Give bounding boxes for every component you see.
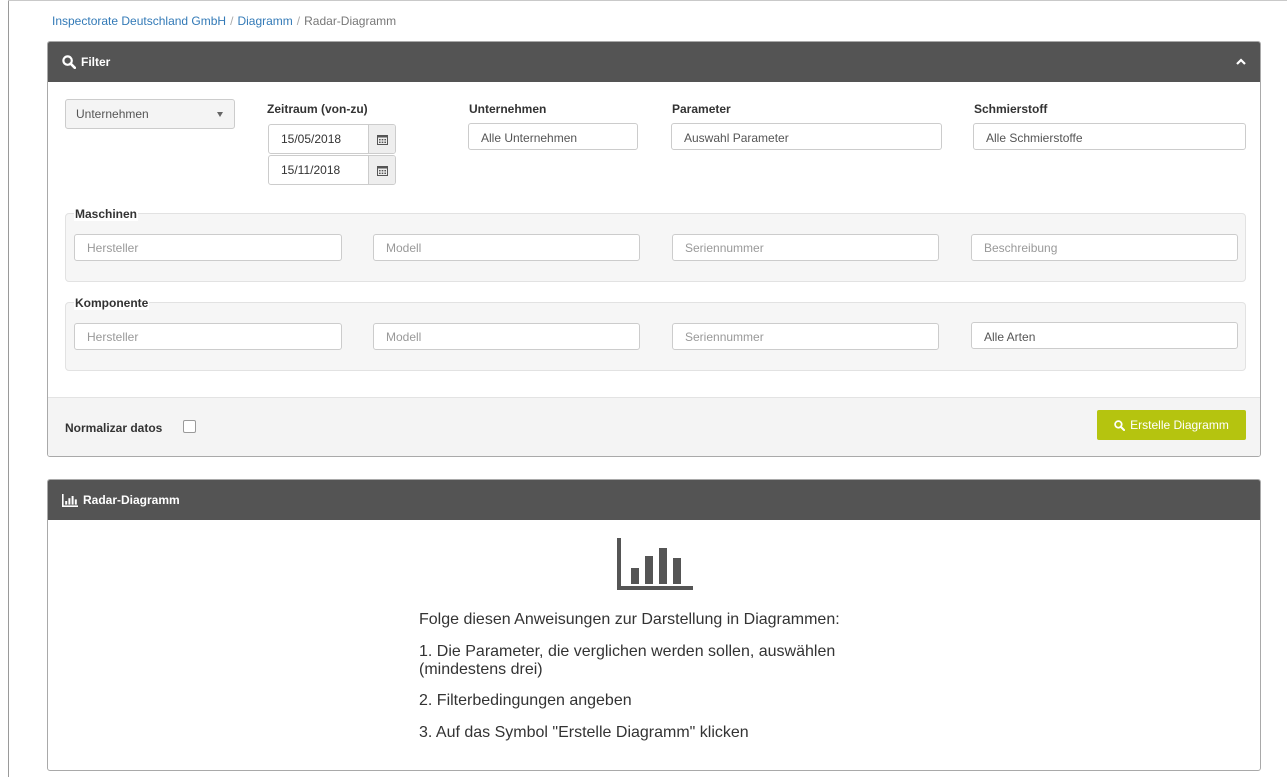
component-model-input[interactable]: Modell: [373, 323, 640, 350]
breadcrumb-link-company[interactable]: Inspectorate Deutschland GmbH: [52, 14, 226, 28]
machine-serial-input[interactable]: Seriennummer: [672, 234, 939, 261]
component-manufacturer-input[interactable]: Hersteller: [74, 323, 342, 350]
breadcrumb-separator: /: [296, 14, 301, 28]
create-diagram-button[interactable]: Erstelle Diagramm: [1097, 410, 1246, 440]
parameter-field[interactable]: Auswahl Parameter: [671, 123, 942, 150]
scope-select[interactable]: Unternehmen: [65, 99, 235, 129]
component-serial-input[interactable]: Seriennummer: [672, 323, 939, 350]
breadcrumb-link-diagramm[interactable]: Diagramm: [237, 14, 292, 28]
normalize-label: Normalizar datos: [65, 421, 163, 435]
machine-description-input[interactable]: Beschreibung: [971, 234, 1238, 261]
machine-model-input[interactable]: Modell: [373, 234, 640, 261]
machines-fieldset: Hersteller Modell Seriennummer Beschreib…: [65, 213, 1246, 282]
date-to-field[interactable]: 15/11/2018: [268, 155, 396, 185]
instruction-step-1a: 1. Die Parameter, die verglichen werden …: [419, 643, 836, 660]
normalize-checkbox[interactable]: [183, 420, 196, 433]
instruction-step-2: 2. Filterbedingungen angeben: [419, 692, 632, 709]
date-from-value: 15/05/2018: [281, 132, 342, 146]
lubricant-field[interactable]: Alle Schmierstoffe: [973, 123, 1246, 150]
caret-down-icon: [217, 112, 223, 117]
lubricant-label: Schmierstoff: [974, 102, 1048, 116]
search-icon: [62, 55, 76, 69]
calendar-icon[interactable]: [368, 156, 395, 184]
breadcrumb-separator: /: [230, 14, 234, 28]
chevron-up-icon[interactable]: [1236, 58, 1246, 65]
date-from-field[interactable]: 15/05/2018: [268, 124, 396, 154]
calendar-icon[interactable]: [368, 125, 395, 153]
machine-manufacturer-input[interactable]: Hersteller: [74, 234, 342, 261]
bar-chart-icon: [617, 538, 693, 590]
date-to-value: 15/11/2018: [281, 163, 341, 177]
company-label: Unternehmen: [469, 102, 547, 116]
date-range-label: Zeitraum (von-zu): [267, 102, 368, 116]
machines-legend: Maschinen: [74, 207, 139, 221]
filter-panel-title: Filter: [81, 55, 111, 69]
breadcrumb: Inspectorate Deutschland GmbH / Diagramm / R…: [52, 14, 396, 28]
bar-chart-icon: [62, 493, 78, 507]
parameter-label: Parameter: [672, 102, 731, 116]
company-field[interactable]: Alle Unternehmen: [468, 123, 638, 150]
breadcrumb-current: Radar-Diagramm: [304, 14, 397, 28]
window-left-border: [8, 0, 9, 777]
filter-panel-header[interactable]: Filter: [48, 42, 1260, 82]
radar-panel: Radar-Diagramm Folge diesen Anweisungen …: [47, 479, 1261, 771]
component-type-select[interactable]: Alle Arten: [971, 322, 1238, 349]
radar-panel-title: Radar-Diagramm: [83, 493, 180, 507]
component-legend: Komponente: [74, 296, 150, 310]
scope-select-value: Unternehmen: [76, 107, 149, 121]
component-fieldset: Hersteller Modell Seriennummer Alle Arte…: [65, 302, 1246, 371]
create-diagram-label: Erstelle Diagramm: [1130, 418, 1229, 432]
search-icon: [1114, 419, 1126, 431]
filter-panel: Filter Unternehmen Zeitraum (von-zu) 15/…: [47, 41, 1261, 457]
instruction-step-1b: (mindestens drei): [419, 661, 543, 678]
instructions-title: Folge diesen Anweisungen zur Darstellung…: [419, 611, 840, 628]
radar-panel-header: Radar-Diagramm: [48, 480, 1260, 520]
instruction-step-3: 3. Auf das Symbol "Erstelle Diagramm" kl…: [419, 724, 749, 741]
window-top-border: [8, 0, 1287, 1]
filter-footer: Normalizar datos Erstelle Diagramm: [48, 397, 1260, 456]
